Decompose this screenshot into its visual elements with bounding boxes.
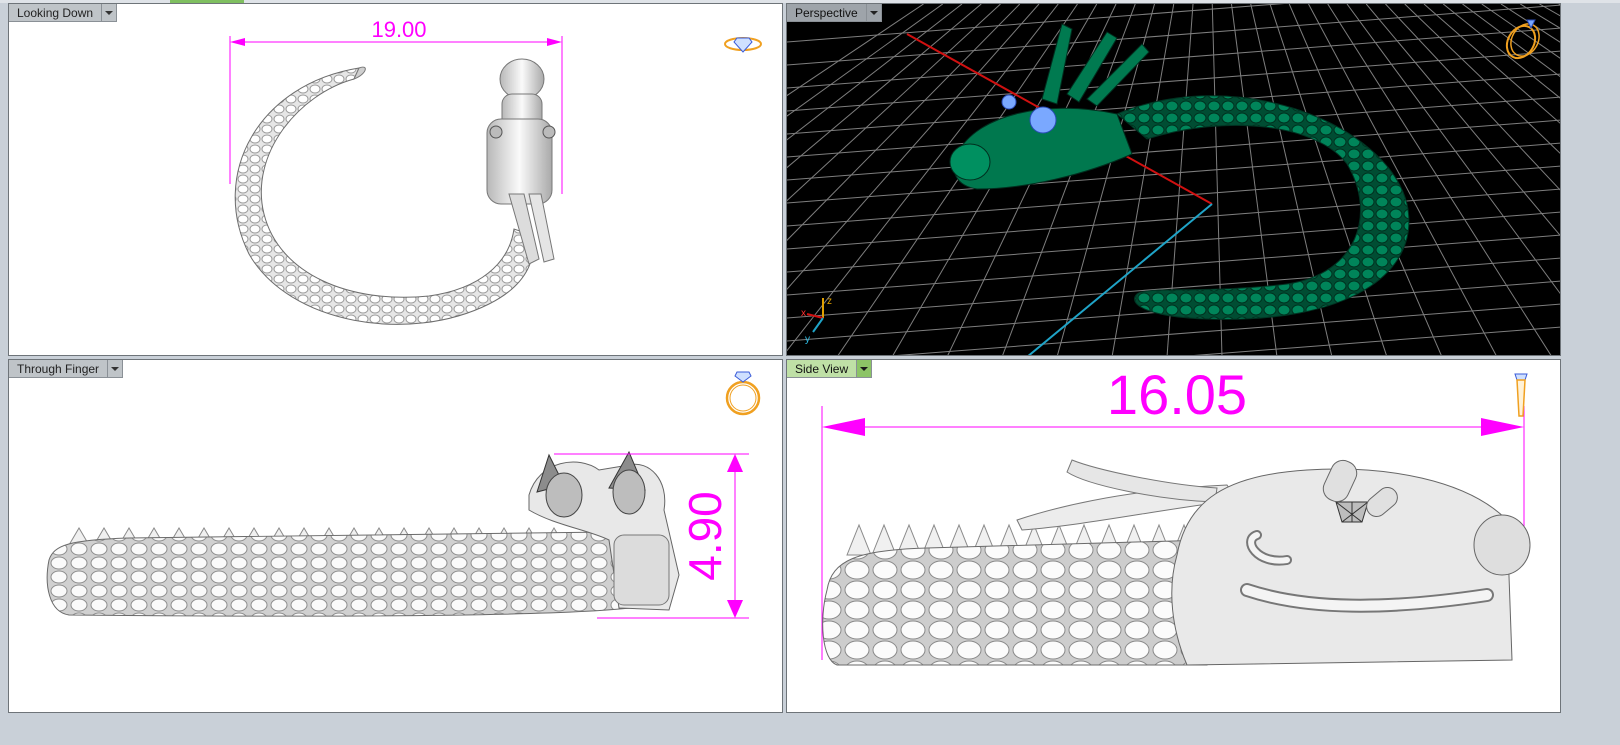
dragon-body-front [46,531,650,617]
chevron-down-icon[interactable] [866,4,882,22]
viewport-side-label[interactable]: Side View [787,360,858,378]
viewport-front-tab[interactable]: Through Finger [9,360,124,378]
dragon-body-side [822,539,1208,666]
grid-line [787,188,1560,250]
ring-front-view-icon[interactable] [725,371,761,416]
grid-line [1385,4,1560,191]
viewport-side-tab[interactable]: Side View [787,360,873,378]
viewport-front-canvas: 4.90 [46,371,761,619]
viewport-top-canvas: 19.00 [229,17,762,325]
grid-line [787,4,1560,66]
viewport-front[interactable]: Through Finger 4.90 [8,359,783,713]
axis-y-label: y [805,334,810,345]
ring-side-view-icon[interactable] [1514,373,1528,417]
grid-line [787,165,1560,227]
ring-top-view-icon[interactable] [724,37,762,53]
viewport-side[interactable]: Side View 16.05 [786,359,1561,713]
chevron-down-icon[interactable] [108,360,124,378]
front-dimension-value: 4.90 [679,491,731,581]
viewport-top[interactable]: Looking Down 19.00 [8,3,783,356]
viewport-perspective-canvas: z x y [787,4,1560,355]
grid-line [787,4,924,97]
axis-x-label: x [801,308,806,319]
grid-line [787,4,982,169]
viewport-perspective-tab[interactable]: Perspective [787,4,882,22]
grid-line [787,142,1560,204]
chevron-down-icon[interactable] [102,4,118,22]
grid-line [787,4,963,141]
viewport-top-label[interactable]: Looking Down [9,4,103,22]
dragon-body-green [1116,95,1410,320]
axis-z-label: z [827,296,832,307]
grid-line [1519,4,1560,29]
viewport-perspective[interactable]: Perspective z x y [786,3,1561,356]
grid-line [787,27,1560,89]
viewport-front-label[interactable]: Through Finger [9,360,109,378]
grid-line [787,234,1560,296]
viewport-side-canvas: 16.05 [821,363,1531,666]
viewport-top-tab[interactable]: Looking Down [9,4,118,22]
chevron-down-icon[interactable] [857,360,873,378]
grid-line [787,4,944,117]
grid-line [1193,326,1560,355]
grid-line [787,4,1285,43]
top-dimension-value: 19.00 [371,17,426,42]
grid-line [1500,4,1560,43]
spike [846,523,872,556]
grid-line [1558,4,1560,6]
dragon-head-top [486,58,556,265]
grid-line [1442,4,1560,99]
dragon-head-green [949,23,1150,190]
viewport-perspective-label[interactable]: Perspective [787,4,867,22]
side-dimension-value: 16.05 [1107,363,1247,426]
ring-perspective-icon[interactable] [1501,19,1545,63]
